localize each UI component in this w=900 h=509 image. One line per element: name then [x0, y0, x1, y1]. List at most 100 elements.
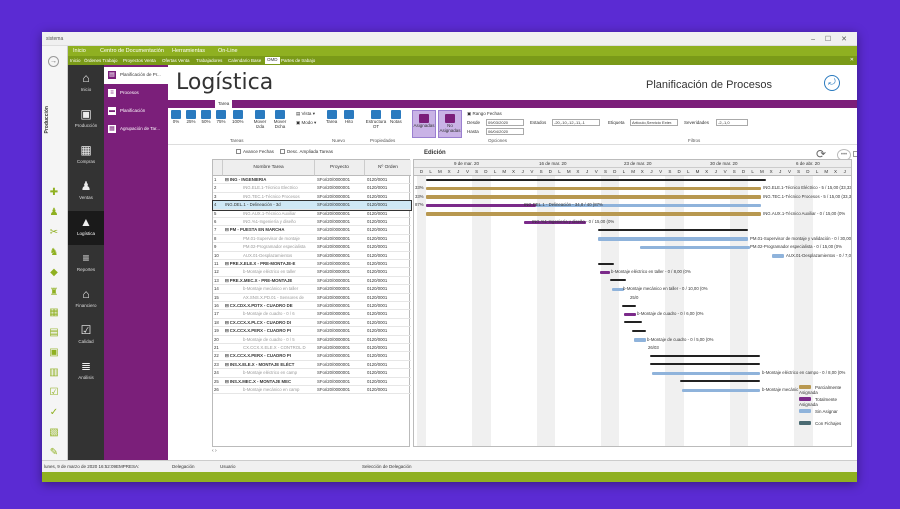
- table-row[interactable]: 9 PM.02-Programador especialista SFori20/0…: [213, 243, 411, 252]
- gantt-bar[interactable]: [640, 245, 750, 250]
- gantt-bar[interactable]: [652, 371, 760, 376]
- sidebar-item-calidad[interactable]: ☑ Calidad: [68, 319, 104, 353]
- gantt-bar[interactable]: [680, 380, 760, 383]
- table-row[interactable]: 3 ING.TEC.1-Técnico Procesos SFori20/00000…: [213, 193, 411, 202]
- table-row[interactable]: 24 b-Montaje eléctrico en camp SFori20/000…: [213, 369, 411, 378]
- table-row[interactable]: 12 b-Montaje eléctrico en taller SFori20/0…: [213, 268, 411, 277]
- gantt-bar[interactable]: [426, 195, 761, 199]
- gantt-bar[interactable]: [682, 388, 760, 392]
- subnav-planificacion-pr[interactable]: ▤ Planificación de Pr...: [104, 67, 168, 84]
- open-icon[interactable]: ⤾: [824, 75, 840, 91]
- subnav-agrupacion[interactable]: ▦ Agrupación de Tar...: [104, 121, 168, 138]
- estados-select[interactable]: -20,-10,-12,-11,-1: [552, 119, 600, 126]
- tag-icon[interactable]: ◆: [47, 266, 61, 279]
- grid-icon[interactable]: ▤: [47, 326, 61, 339]
- list-icon[interactable]: ▥: [47, 366, 61, 379]
- gantt-bar[interactable]: [650, 354, 760, 357]
- avance-fechas-checkbox[interactable]: Avance Fechas: [236, 149, 274, 155]
- desc-ampliada-checkbox[interactable]: Desc. Ampliada Tareas: [280, 149, 333, 155]
- col-orden[interactable]: Nº Orden: [365, 160, 411, 176]
- severidades-select[interactable]: -2,-1,0: [716, 119, 748, 126]
- sidebar-item-compras[interactable]: ▦ Compras: [68, 139, 104, 173]
- expand-icon[interactable]: [853, 151, 857, 157]
- table-row[interactable]: 23 ⊟ INS.X.ELE.X - MONTAJE ELÉCT SFori20/0…: [213, 361, 411, 370]
- pct-50-button[interactable]: 50%: [201, 110, 211, 124]
- tab-partes[interactable]: Partes de trabajo: [281, 58, 315, 63]
- user-icon[interactable]: ♟: [47, 206, 61, 219]
- mover-izda-button[interactable]: Mover Izda: [252, 110, 268, 129]
- asignadas-toggle[interactable]: Asignadas: [412, 110, 436, 138]
- table-row[interactable]: 13 ⊟ PRE.X.MEC.X - PRE-MONTAJE SFori20/000…: [213, 277, 411, 286]
- table-row[interactable]: 14 b-Montaje mecánico en taller SFori20/00…: [213, 285, 411, 294]
- table-row[interactable]: 25 ⊟ INS.X.MEC.X - MONTAJE MEC SFori20/000…: [213, 378, 411, 386]
- sidebar-item-analisis[interactable]: ≣ Análisis: [68, 355, 104, 389]
- tab-proyectos[interactable]: Proyectos Venta: [123, 58, 156, 63]
- hito-button[interactable]: Hito: [344, 110, 354, 124]
- gantt-bar[interactable]: [426, 203, 536, 208]
- tab-ofertas[interactable]: Ofertas Venta: [162, 58, 190, 63]
- gantt-bar[interactable]: [772, 254, 784, 258]
- sidebar-item-produccion[interactable]: ▣ Producción: [68, 103, 104, 137]
- subnav-procesos[interactable]: ≡ Procesos: [104, 85, 168, 102]
- tasks-icon[interactable]: ☑: [47, 386, 61, 399]
- tab-inicio[interactable]: Inicio: [70, 58, 81, 63]
- table-row[interactable]: 8 PM.01-Supervisor de montaje SFori20/0000…: [213, 235, 411, 244]
- table-row[interactable]: 10 AUX.01-Desplazamientos SFori20/0000001 0…: [213, 252, 411, 260]
- gantt-bar[interactable]: [610, 279, 626, 282]
- desde-input[interactable]: 09/03/2020: [486, 119, 524, 126]
- gantt-bar[interactable]: [598, 237, 748, 241]
- table-row[interactable]: 6 ING.%1-Ingeniería y diseño SFori20/00000…: [213, 218, 411, 227]
- etiqueta-select[interactable]: Artículo,Servicio Exter.: [630, 119, 678, 126]
- sidebar-item-logistica[interactable]: ▲ Logística: [68, 211, 104, 245]
- table-row[interactable]: 22 ⊟ CX.CCX.X.PERX - CUADRO PI SFori20/000…: [213, 352, 411, 361]
- tab-ordenes[interactable]: Órdenes Trabajo: [84, 58, 118, 63]
- notas-button[interactable]: Notas: [390, 110, 402, 124]
- tab-omd[interactable]: OMD: [265, 57, 280, 64]
- close-icon[interactable]: ✕: [850, 57, 854, 63]
- boxes-icon[interactable]: ▦: [47, 306, 61, 319]
- no-asignadas-toggle[interactable]: No Asignadas: [438, 110, 462, 138]
- window-controls[interactable]: – ☐ ✕: [811, 35, 851, 43]
- tab-tarea[interactable]: Tarea: [215, 100, 233, 108]
- doc-icon[interactable]: ▧: [47, 426, 61, 439]
- back-arrow-icon[interactable]: →: [48, 56, 59, 67]
- table-row[interactable]: 19 ⊟ CX.CCX.X.PERX - CUADRO PI SFori20/000…: [213, 327, 411, 336]
- sidebar-item-financiero[interactable]: ⌂ Financiero: [68, 283, 104, 317]
- menu-documentacion[interactable]: Centro de Documentación: [100, 48, 164, 54]
- pct-25-button[interactable]: 25%: [186, 110, 196, 124]
- table-row[interactable]: 5 ING.AUX.1-Técnico Auxiliar SFori20/00000…: [213, 210, 411, 218]
- tool-icon[interactable]: ✚: [47, 186, 61, 199]
- col-proyecto[interactable]: Proyecto: [315, 160, 365, 176]
- table-row[interactable]: 17 b-Montaje de cuadro - 0 / 6 SFori20/000…: [213, 310, 411, 319]
- sidebar-item-inicio[interactable]: ⌂ Inicio: [68, 67, 104, 101]
- gantt-bar[interactable]: [624, 312, 636, 317]
- estructura-ot-button[interactable]: Estructura OT: [364, 110, 388, 129]
- sidebar-item-reportes[interactable]: ≡ Reportes: [68, 247, 104, 281]
- tab-calendario[interactable]: Calendario Base: [228, 58, 261, 63]
- tab-trabajadores[interactable]: Trabajadores: [196, 58, 222, 63]
- table-row[interactable]: 2 ING.ELE.1-Técnico Electrico SFori20/0000…: [213, 184, 411, 193]
- subnav-planificacion[interactable]: ▬ Planificación: [104, 103, 168, 120]
- col-nombre[interactable]: Nombre Tarea: [223, 160, 315, 176]
- group-icon[interactable]: ♜: [47, 286, 61, 299]
- sidebar-item-ventas[interactable]: ♟ Ventas: [68, 175, 104, 209]
- gantt-bar[interactable]: [624, 321, 642, 324]
- table-row[interactable]: 20 b-Montaje de cuadro - 0 / 5 SFori20/000…: [213, 336, 411, 344]
- gantt-bar[interactable]: [650, 363, 760, 366]
- calendar-icon[interactable]: ▣: [47, 346, 61, 359]
- gantt-bar[interactable]: [600, 270, 610, 275]
- menu-herramientas[interactable]: Herramientas: [172, 48, 205, 54]
- mover-dcha-button[interactable]: Mover Dcha: [272, 110, 288, 129]
- gantt-bar[interactable]: [622, 304, 636, 307]
- gantt-bar[interactable]: [632, 329, 646, 332]
- table-row[interactable]: 26 b-Montaje mecánico en camp SFori20/0000…: [213, 386, 411, 395]
- status-seleccion[interactable]: Selección de Delegación: [362, 464, 412, 469]
- pct-0-button[interactable]: 0%: [171, 110, 181, 124]
- gantt-bar[interactable]: [426, 186, 761, 191]
- table-row[interactable]: 16 ⊟ CX.CDX.X.PDTX - CUADRO DE SFori20/000…: [213, 302, 411, 311]
- gantt-bar[interactable]: [598, 262, 614, 265]
- hasta-input[interactable]: 06/04/2020: [486, 128, 524, 135]
- modo-dropdown[interactable]: ▣ Modo ▾: [296, 120, 316, 126]
- table-row[interactable]: 1 ⊟ ING - INGENIERIA SFori20/0000001 0120/0…: [213, 176, 411, 185]
- wrench-icon[interactable]: ✂: [47, 226, 61, 239]
